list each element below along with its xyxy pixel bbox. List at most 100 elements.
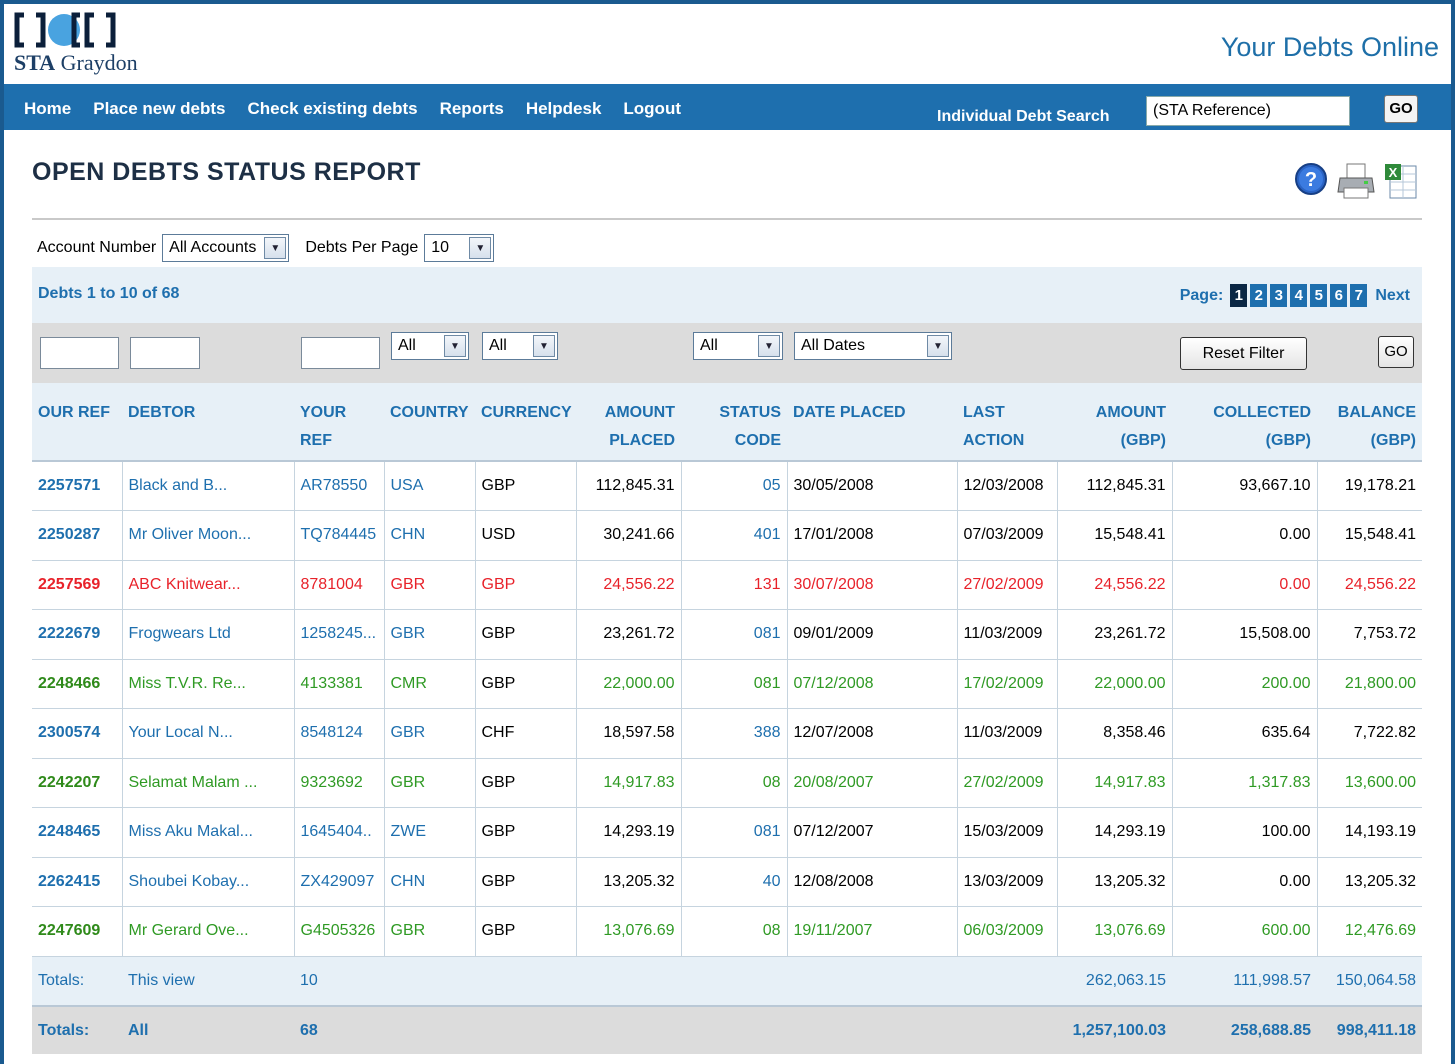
col-status-code[interactable]: STATUS CODE [681,383,787,462]
debt-search-input[interactable]: (STA Reference) [1146,96,1350,126]
column-filter-row: All ▼ All ▼ All ▼ All Dates ▼ Reset Filt… [32,323,1422,383]
col-your-ref[interactable]: YOUR REF [294,383,384,462]
cell-your-ref[interactable]: 4133381 [293,659,384,709]
table-row[interactable]: 2257569 ABC Knitwear... 8781004 GBR GBP 24,55… [32,560,1422,610]
cell-our-ref[interactable]: 2300574 [32,708,122,759]
cell-balance-gbp: 13,600.00 [1316,758,1422,808]
reset-filter-button[interactable]: Reset Filter [1180,337,1307,370]
page-link-3[interactable]: 3 [1270,284,1288,307]
col-amount-placed[interactable]: AMOUNT PLACED [576,383,681,462]
page-link-5[interactable]: 5 [1310,284,1328,307]
col-date-placed[interactable]: DATE PLACED [787,383,957,462]
col-country[interactable]: COUNTRY [384,383,475,462]
cell-your-ref[interactable]: 1645404.. [293,807,384,858]
filter-go-button[interactable]: GO [1378,336,1414,368]
cell-amount-placed: 13,076.69 [575,906,681,957]
page-link-7[interactable]: 7 [1350,284,1368,307]
cell-currency: GBP [474,807,576,858]
cell-debtor[interactable]: Frogwears Ltd [121,609,294,660]
cell-your-ref[interactable]: G4505326 [293,906,384,957]
col-last-action[interactable]: LAST ACTION [957,383,1057,462]
cell-amount-gbp: 23,261.72 [1056,609,1172,660]
cell-amount-gbp: 14,293.19 [1056,807,1172,858]
svg-text:X: X [1389,165,1398,180]
nav-reports[interactable]: Reports [440,99,504,119]
col-debtor[interactable]: DEBTOR [122,383,294,462]
col-collected-gbp[interactable]: COLLECTED (GBP) [1172,383,1317,462]
cell-debtor[interactable]: Black and B... [121,461,294,511]
cell-debtor[interactable]: Shoubei Kobay... [121,857,294,907]
col-balance-gbp[interactable]: BALANCE (GBP) [1317,383,1422,462]
chevron-down-icon: ▼ [533,335,555,357]
table-row[interactable]: 2222679 Frogwears Ltd 1258245... GBR GBP 23,2… [32,609,1422,660]
table-row[interactable]: 2247609 Mr Gerard Ove... G4505326 GBR GBP 13,… [32,906,1422,957]
cell-debtor[interactable]: Mr Gerard Ove... [121,906,294,957]
cell-your-ref[interactable]: TQ784445 [293,510,384,561]
cell-amount-placed: 18,597.58 [575,708,681,759]
nav-logout[interactable]: Logout [623,99,681,119]
debtor-filter-input[interactable] [130,337,200,369]
table-row[interactable]: 2262415 Shoubei Kobay... ZX429097 CHN GBP 13,… [32,857,1422,907]
date-filter-select[interactable]: All Dates ▼ [794,332,952,360]
cell-debtor[interactable]: Your Local N... [121,708,294,759]
col-currency[interactable]: CURRENCY [475,383,576,462]
cell-your-ref[interactable]: 9323692 [293,758,384,808]
table-row[interactable]: 2242207 Selamat Malam ... 9323692 GBR GBP 14,… [32,758,1422,808]
page-link-2[interactable]: 2 [1250,284,1268,307]
cell-our-ref[interactable]: 2248465 [32,807,122,858]
account-number-label: Account Number [37,239,157,256]
table-header-row: OUR REF DEBTOR YOUR REF COUNTRY CURRENCY … [32,383,1422,462]
currency-filter-select[interactable]: All ▼ [482,332,558,360]
cell-your-ref[interactable]: ZX429097 [293,857,384,907]
cell-debtor[interactable]: Mr Oliver Moon... [121,510,294,561]
account-number-select[interactable]: All Accounts ▼ [162,234,290,262]
table-row[interactable]: 2248466 Miss T.V.R. Re... 4133381 CMR GBP 22,… [32,659,1422,709]
page-link-1[interactable]: 1 [1230,284,1248,307]
sta-graydon-logo[interactable]: STA Graydon [14,12,174,82]
status-filter-select[interactable]: All ▼ [693,332,783,360]
cell-our-ref[interactable]: 2257571 [32,461,122,511]
table-row[interactable]: 2248465 Miss Aku Makal... 1645404.. ZWE GBP 1… [32,807,1422,858]
country-filter-select[interactable]: All ▼ [391,332,469,360]
our-ref-filter-input[interactable] [40,337,119,369]
nav-check-existing-debts[interactable]: Check existing debts [248,99,418,119]
cell-our-ref[interactable]: 2222679 [32,609,122,660]
your-ref-filter-input[interactable] [301,337,380,369]
cell-our-ref[interactable]: 2262415 [32,857,122,907]
table-row[interactable]: 2257571 Black and B... AR78550 USA GBP 112,84… [32,461,1422,511]
cell-status-code: 401 [680,510,787,561]
cell-debtor[interactable]: ABC Knitwear... [121,560,294,610]
col-amount-gbp[interactable]: AMOUNT (GBP) [1057,383,1172,462]
cell-your-ref[interactable]: 8548124 [293,708,384,759]
cell-debtor[interactable]: Selamat Malam ... [121,758,294,808]
page-link-6[interactable]: 6 [1330,284,1348,307]
cell-our-ref[interactable]: 2257569 [32,560,122,610]
cell-your-ref[interactable]: AR78550 [293,461,384,511]
help-icon[interactable]: ? [1294,162,1328,196]
cell-our-ref[interactable]: 2247609 [32,906,122,957]
debts-per-page-select[interactable]: 10 ▼ [424,234,495,262]
cell-our-ref[interactable]: 2250287 [32,510,122,561]
page-link-4[interactable]: 4 [1290,284,1308,307]
next-page-link[interactable]: Next [1375,287,1410,305]
cell-your-ref[interactable]: 8781004 [293,560,384,610]
print-icon[interactable] [1336,162,1376,200]
chevron-down-icon: ▼ [264,237,287,259]
debt-search-go-button[interactable]: GO [1384,95,1418,123]
cell-our-ref[interactable]: 2248466 [32,659,122,709]
cell-our-ref[interactable]: 2242207 [32,758,122,808]
nav-home[interactable]: Home [24,99,71,119]
table-row[interactable]: 2300574 Your Local N... 8548124 GBR CHF 18,59… [32,708,1422,759]
nav-links: Home Place new debts Check existing debt… [24,99,703,119]
cell-country: GBR [383,560,475,610]
nav-helpdesk[interactable]: Helpdesk [526,99,602,119]
nav-place-new-debts[interactable]: Place new debts [93,99,225,119]
cell-country: CHN [383,857,475,907]
cell-your-ref[interactable]: 1258245... [293,609,384,660]
col-our-ref[interactable]: OUR REF [32,383,122,462]
cell-debtor[interactable]: Miss Aku Makal... [121,807,294,858]
cell-status-code: 081 [680,807,787,858]
excel-export-icon[interactable]: X [1384,162,1420,200]
cell-debtor[interactable]: Miss T.V.R. Re... [121,659,294,709]
table-row[interactable]: 2250287 Mr Oliver Moon... TQ784445 CHN USD 30… [32,510,1422,561]
